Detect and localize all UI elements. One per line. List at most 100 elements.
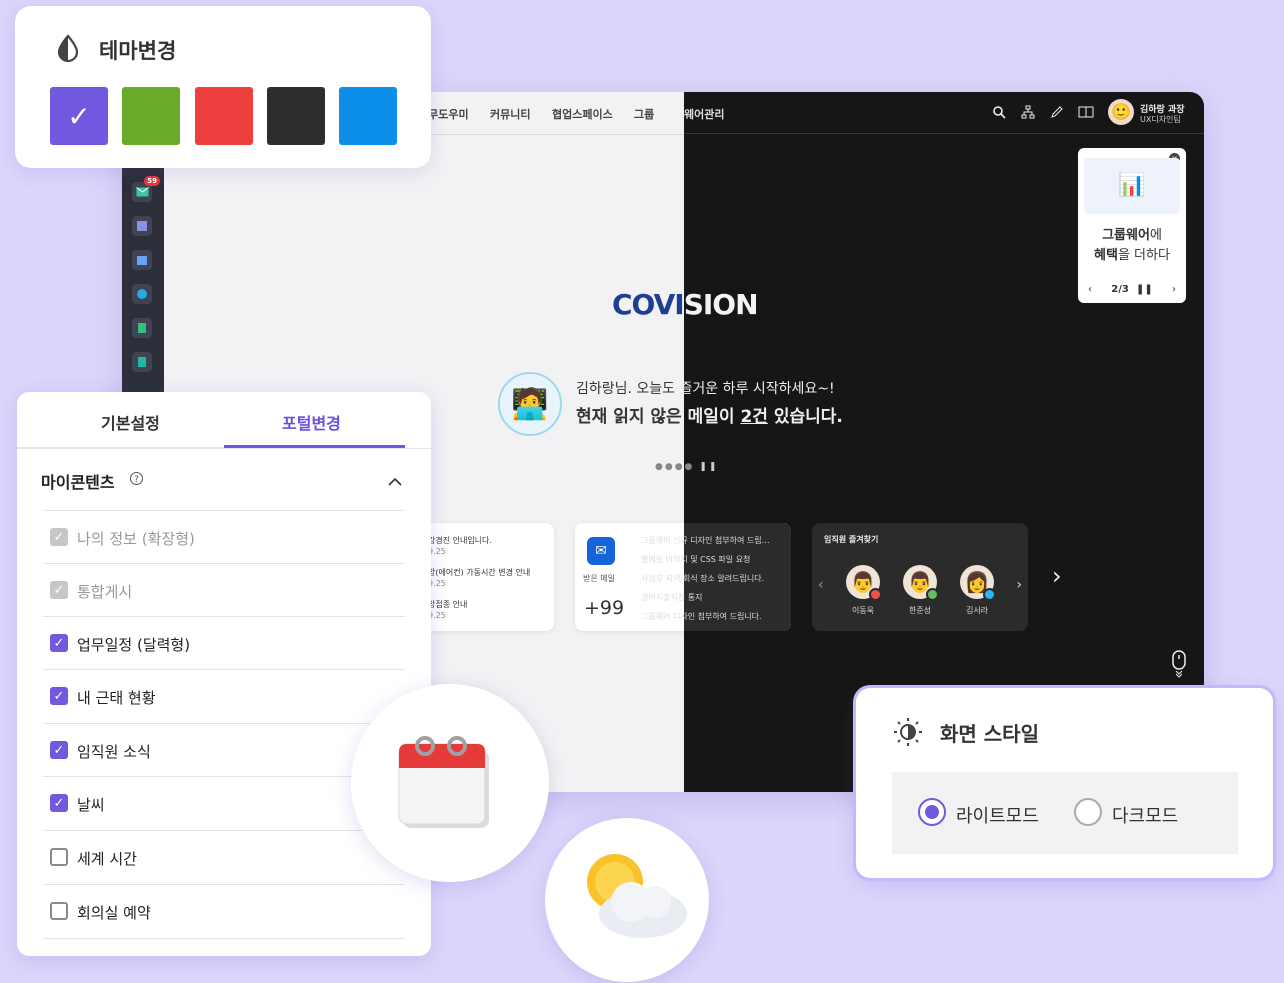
theme-swatch-red[interactable] bbox=[195, 87, 253, 145]
mail-box-icon: ✉ bbox=[587, 537, 615, 565]
chevron-right-icon[interactable]: › bbox=[1052, 562, 1062, 590]
favorite-person[interactable]: 👩 김서라 bbox=[957, 565, 997, 616]
favorite-person[interactable]: 👨 이동욱 bbox=[843, 565, 883, 616]
theme-swatch-blue[interactable] bbox=[339, 87, 397, 145]
section-title-my-contents: 마이콘텐츠 bbox=[41, 473, 115, 492]
person-name: 이동욱 bbox=[851, 606, 875, 615]
schedule-icon[interactable] bbox=[132, 250, 152, 270]
theme-swatch-green[interactable] bbox=[122, 87, 180, 145]
promo-illustration: 📊 bbox=[1084, 158, 1180, 214]
mail-item[interactable]: 경비지출지침 통지 bbox=[641, 592, 702, 603]
content-option-row[interactable]: ✓ 통합게시 bbox=[43, 563, 405, 617]
checkbox-unchecked[interactable] bbox=[50, 848, 68, 866]
mail-item[interactable]: 그룹웨어 신규 디자인 첨부하여 드립… bbox=[641, 535, 770, 546]
write-icon[interactable] bbox=[132, 216, 152, 236]
radio-light-mode[interactable] bbox=[918, 798, 946, 826]
screen-style-title: 화면 스타일 bbox=[940, 722, 1039, 746]
nav-item-collab-space[interactable]: 협업스페이스 bbox=[552, 106, 613, 122]
chart-icon[interactable] bbox=[132, 284, 152, 304]
svg-text:?: ? bbox=[134, 475, 139, 485]
calendar-illustration bbox=[351, 684, 549, 882]
notice-title[interactable]: 강경진 안내입니다. bbox=[428, 535, 492, 546]
scroll-mouse-icon bbox=[1172, 650, 1186, 682]
mode-radio-group: 라이트모드 다크모드 bbox=[892, 772, 1238, 854]
person-name: 한준성 bbox=[908, 606, 932, 615]
checkbox-checked[interactable]: ✓ bbox=[50, 634, 68, 652]
notice-title[interactable]: 앙접종 안내 bbox=[428, 599, 467, 610]
promo-widget[interactable]: × 📊 그룹웨어에 혜택을 더하다 ‹ 2/3 ❚❚ › bbox=[1078, 148, 1186, 303]
checkbox-disabled: ✓ bbox=[50, 581, 68, 599]
user-dept: UX디자인팀 bbox=[1140, 115, 1181, 124]
favorites-title: 임직원 즐겨찾기 bbox=[824, 535, 879, 544]
note-icon[interactable] bbox=[132, 318, 152, 338]
light-mode-label[interactable]: 라이트모드 bbox=[956, 802, 1039, 828]
content-option-row[interactable]: ✓ 임직원 소식 bbox=[43, 723, 405, 777]
content-option-row[interactable]: ✓ 내 근태 현황 bbox=[43, 669, 405, 723]
content-option-row[interactable]: ✓ 업무일정 (달력형) bbox=[43, 616, 405, 670]
theme-title: 테마변경 bbox=[99, 39, 177, 63]
checkbox-unchecked[interactable] bbox=[50, 902, 68, 920]
pause-icon[interactable]: ❚❚ bbox=[1136, 284, 1153, 295]
document-icon[interactable] bbox=[132, 352, 152, 372]
org-chart-icon[interactable] bbox=[1021, 104, 1035, 123]
covision-logo: COVISION bbox=[612, 288, 759, 321]
search-icon[interactable] bbox=[992, 104, 1006, 123]
notice-title[interactable]: 앙(에어컨) 가동시간 변경 안내 bbox=[428, 567, 530, 578]
mail-icon[interactable]: 59 bbox=[132, 176, 160, 202]
carousel-dots[interactable]: ●●●● ❚❚ bbox=[655, 462, 718, 472]
dark-mode-label[interactable]: 다크모드 bbox=[1112, 802, 1178, 828]
mail-item[interactable]: 사업부 지녁 회식 장소 알려드립니다. bbox=[641, 573, 764, 584]
status-dot bbox=[869, 588, 882, 601]
mail-item[interactable]: 웹메일 이미지 및 CSS 파일 요청 bbox=[641, 554, 750, 565]
option-label: 내 근태 현황 bbox=[77, 689, 156, 707]
settings-panel: 기본설정 포털변경 마이콘텐츠 ? ✓ 나의 정보 (확장형) ✓ 통합게시 ✓… bbox=[17, 392, 431, 956]
greeting-line-2: 현재 읽지 않은 메일이 2건 있습니다. bbox=[576, 407, 843, 427]
greeting-avatar: 🧑‍💻 bbox=[498, 372, 562, 436]
checkbox-checked[interactable]: ✓ bbox=[50, 687, 68, 705]
panel-icon[interactable] bbox=[1078, 104, 1094, 123]
content-option-row[interactable]: ✓ 나의 정보 (확장형) bbox=[43, 510, 405, 564]
radio-dark-mode[interactable] bbox=[1074, 798, 1102, 826]
notice-card[interactable]: 강경진 안내입니다. 9.25 앙(에어컨) 가동시간 변경 안내 9.25 앙… bbox=[422, 523, 554, 631]
checkbox-checked[interactable]: ✓ bbox=[50, 741, 68, 759]
help-icon[interactable]: ? bbox=[129, 471, 144, 490]
favorite-person[interactable]: 👨 한준성 bbox=[900, 565, 940, 616]
calendar-icon bbox=[395, 724, 495, 838]
chevron-left-icon[interactable]: ‹ bbox=[818, 577, 824, 593]
nav-item-community[interactable]: 커뮤니티 bbox=[490, 106, 530, 122]
tab-basic-settings[interactable]: 기본설정 bbox=[101, 410, 160, 434]
promo-line2-rest: 을 더하다 bbox=[1117, 248, 1170, 263]
favorites-card[interactable]: 임직원 즐겨찾기 ‹ 👨 이동욱 👨 한준성 👩 김서라 › bbox=[812, 523, 1028, 631]
content-option-row[interactable]: 세계 시간 bbox=[43, 830, 405, 884]
option-label: 통합게시 bbox=[77, 583, 133, 601]
chevron-left-icon[interactable]: ‹ bbox=[1088, 284, 1092, 295]
promo-pager: 2/3 bbox=[1111, 284, 1129, 295]
option-label: 날씨 bbox=[77, 796, 105, 814]
theme-swatch-purple[interactable]: ✓ bbox=[50, 87, 108, 145]
option-label: 회의실 예약 bbox=[77, 904, 151, 922]
nav-item-groupware-admin[interactable]: 그룹 bbox=[634, 106, 654, 122]
status-dot bbox=[926, 588, 939, 601]
theme-swatch-black[interactable] bbox=[267, 87, 325, 145]
received-mail-count: +99 bbox=[584, 597, 625, 619]
chevron-up-icon[interactable] bbox=[387, 472, 403, 491]
dark-mode-half: 웨어관리 🙂 김하랑 과장 UX디자인팀 × 📊 그룹웨어에 혜택을 더하다 ‹… bbox=[684, 92, 1204, 792]
partly-cloudy-icon bbox=[573, 846, 693, 950]
chevron-right-icon[interactable]: › bbox=[1172, 284, 1176, 295]
option-label: 임직원 소식 bbox=[77, 743, 151, 761]
unread-mail-count: 2건 bbox=[740, 407, 768, 427]
status-dot bbox=[983, 588, 996, 601]
tab-portal-change[interactable]: 포털변경 bbox=[282, 410, 341, 434]
weather-illustration bbox=[545, 818, 709, 982]
chevron-right-icon[interactable]: › bbox=[1016, 577, 1022, 593]
pencil-icon[interactable] bbox=[1050, 104, 1064, 123]
mail-card[interactable]: ✉ 받은 메일 +99 그룹웨어 신규 디자인 첨부하여 드립… 웹메일 이미지… bbox=[575, 523, 791, 631]
content-option-row[interactable]: 회의실 예약 bbox=[43, 884, 405, 939]
nav-item-groupware-admin-dark[interactable]: 웨어관리 bbox=[684, 106, 724, 122]
mail-item[interactable]: 그룹웨어 디자인 첨부하여 드립니다. bbox=[641, 611, 762, 622]
pause-icon: ❚❚ bbox=[699, 462, 719, 472]
brightness-icon bbox=[892, 716, 924, 752]
checkbox-checked[interactable]: ✓ bbox=[50, 794, 68, 812]
mail-badge: 59 bbox=[144, 176, 160, 186]
user-avatar[interactable]: 🙂 bbox=[1108, 99, 1134, 125]
